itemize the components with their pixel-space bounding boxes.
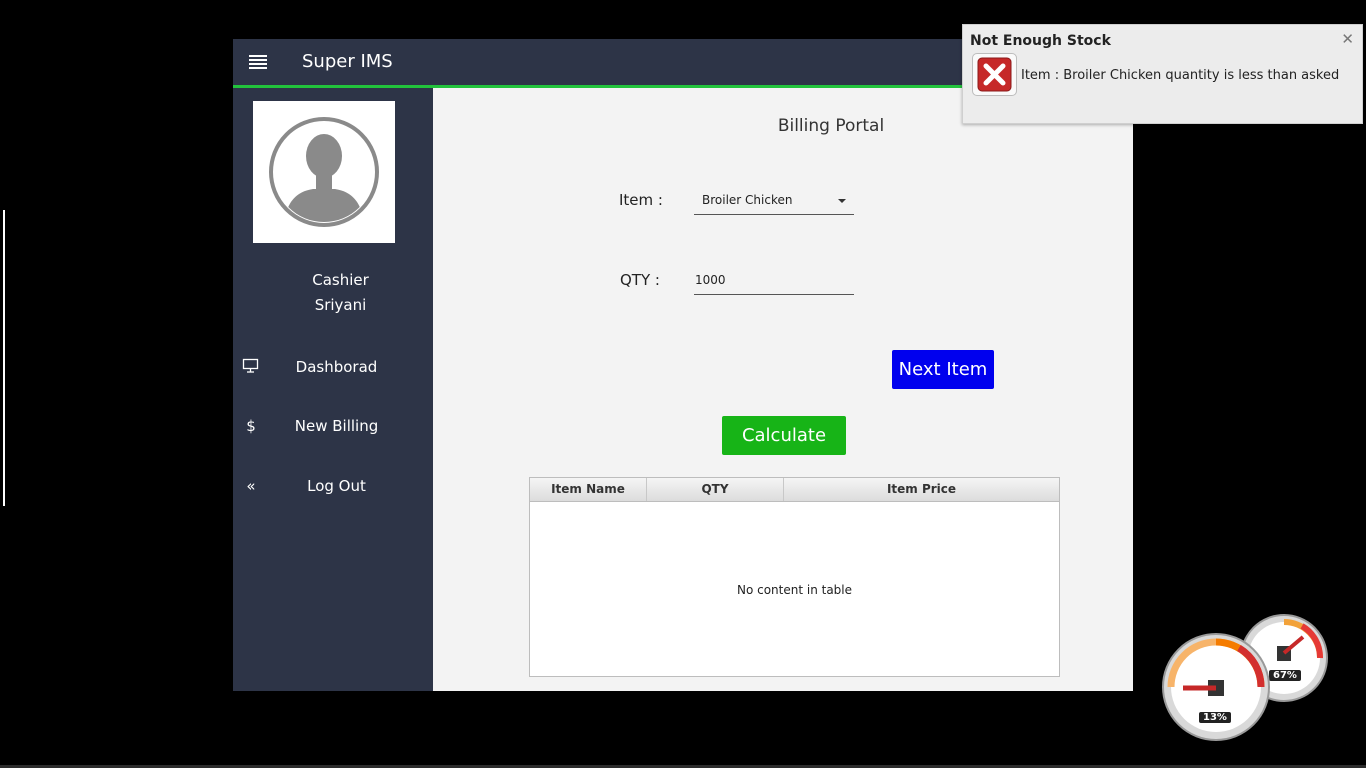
user-role: Cashier	[312, 271, 369, 289]
column-header-item-name[interactable]: Item Name	[530, 478, 647, 501]
double-chevron-left-icon: «	[246, 477, 256, 495]
nav-log-out[interactable]: « Log Out	[233, 467, 433, 507]
table-empty-text: No content in table	[736, 583, 853, 597]
avatar	[253, 101, 395, 243]
next-item-button[interactable]: Next Item	[892, 350, 994, 389]
nav-label: Dashborad	[295, 358, 378, 376]
nav-new-billing[interactable]: $ New Billing	[233, 407, 433, 447]
close-icon[interactable]: ✕	[1341, 30, 1354, 48]
hamburger-menu-icon[interactable]	[249, 55, 267, 69]
calculate-button[interactable]: Calculate	[722, 416, 846, 455]
background-window-edge	[0, 210, 5, 506]
cpu-percent: 13%	[1199, 712, 1231, 723]
nav-label: Log Out	[307, 477, 366, 495]
qty-input[interactable]: 1000	[694, 266, 854, 295]
user-avatar-icon	[269, 117, 379, 227]
toast-message: Item : Broiler Chicken quantity is less …	[1021, 68, 1340, 83]
user-info: Cashier Sriyani	[293, 268, 388, 318]
billing-table[interactable]: Item Name QTY Item Price No content in t…	[529, 477, 1060, 677]
nav-label: New Billing	[294, 417, 379, 435]
item-select[interactable]: Broiler Chicken	[694, 186, 854, 215]
monitor-icon	[241, 358, 261, 378]
app-title: Super IMS	[302, 51, 393, 72]
cpu-gauge: 13%	[1161, 632, 1271, 742]
billing-panel: Billing Portal Item : Broiler Chicken QT…	[433, 88, 1133, 691]
notification-toast: Not Enough Stock ✕ Item : Broiler Chicke…	[962, 24, 1363, 124]
column-header-qty[interactable]: QTY	[647, 478, 784, 501]
nav-dashboard[interactable]: Dashborad	[233, 348, 433, 388]
sidebar: Cashier Sriyani Dashborad $ New Billing …	[233, 88, 433, 691]
item-select-value: Broiler Chicken	[702, 193, 793, 207]
user-name: Sriyani	[314, 296, 367, 314]
column-header-item-price[interactable]: Item Price	[784, 478, 1059, 501]
toast-title: Not Enough Stock	[970, 33, 1111, 49]
dollar-icon: $	[246, 417, 256, 435]
item-label: Item :	[619, 191, 663, 209]
memory-percent: 67%	[1269, 670, 1301, 681]
qty-input-value: 1000	[695, 273, 726, 287]
error-x-icon	[972, 53, 1017, 96]
chevron-down-icon	[838, 199, 846, 203]
table-header: Item Name QTY Item Price	[530, 478, 1059, 502]
app-window: Super IMS Cashier Sriyani Dashborad $ Ne…	[233, 39, 1133, 691]
qty-label: QTY :	[620, 271, 660, 289]
